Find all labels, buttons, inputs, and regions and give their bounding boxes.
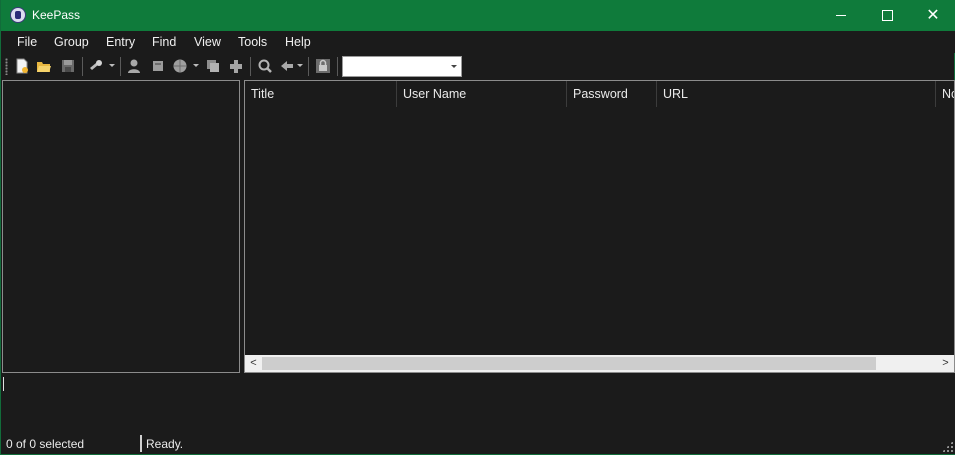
column-header-url[interactable]: URL: [657, 81, 936, 107]
toolbar-separator: [250, 57, 251, 76]
horizontal-scrollbar[interactable]: < >: [245, 355, 954, 372]
entry-list[interactable]: Title User Name Password URL Notes < >: [244, 80, 955, 373]
maximize-icon: [881, 10, 893, 21]
close-icon: ✕: [926, 6, 940, 24]
quick-search-combo[interactable]: [342, 56, 462, 77]
selection-count: 0 of 0 selected: [6, 437, 85, 451]
toolbar-separator: [337, 57, 338, 76]
open-url-icon[interactable]: [172, 58, 188, 74]
save-database-icon[interactable]: [60, 58, 76, 74]
toolbar: [2, 53, 955, 80]
chevron-down-icon[interactable]: [451, 65, 457, 68]
minimize-button[interactable]: [818, 0, 864, 31]
maximize-button[interactable]: [864, 0, 910, 31]
chevron-down-icon[interactable]: [193, 64, 199, 67]
scroll-left-icon[interactable]: <: [245, 357, 262, 370]
copy-password-icon[interactable]: [150, 58, 166, 74]
keepass-app-icon: [10, 7, 26, 23]
status-message: Ready.: [146, 437, 184, 451]
show-entries-icon[interactable]: [279, 58, 295, 74]
scroll-right-icon[interactable]: >: [937, 357, 954, 370]
window-title: KeePass: [32, 8, 81, 22]
chevron-down-icon[interactable]: [297, 64, 303, 67]
toolbar-separator: [120, 57, 121, 76]
toolbar-grip[interactable]: [5, 58, 8, 75]
copy-username-icon[interactable]: [126, 58, 142, 74]
add-entry-icon[interactable]: [88, 58, 104, 74]
resize-grip-icon[interactable]: [942, 441, 953, 452]
chevron-down-icon[interactable]: [109, 64, 115, 67]
status-bar: 0 of 0 selected Ready.: [2, 433, 955, 454]
find-icon[interactable]: [257, 58, 273, 74]
menu-find[interactable]: Find: [152, 35, 176, 49]
new-database-icon[interactable]: [14, 58, 30, 74]
copy-entries-icon[interactable]: [205, 58, 221, 74]
close-button[interactable]: ✕: [910, 0, 955, 31]
menu-bar: File Group Entry Find View Tools Help: [2, 31, 955, 53]
perform-autotype-icon[interactable]: [228, 58, 244, 74]
column-header-notes[interactable]: Notes: [936, 81, 954, 107]
menu-help[interactable]: Help: [285, 35, 311, 49]
lock-workspace-icon[interactable]: [315, 58, 331, 74]
group-tree[interactable]: [2, 80, 240, 373]
text-caret: [3, 377, 4, 391]
open-database-icon[interactable]: [36, 58, 52, 74]
title-bar: KeePass ✕: [1, 0, 955, 31]
status-divider: [140, 435, 142, 452]
minimize-icon: [836, 15, 846, 16]
column-header-title[interactable]: Title: [245, 81, 397, 107]
keepass-window: KeePass ✕ File Group Entry Find View Too…: [0, 0, 955, 455]
column-header-password[interactable]: Password: [567, 81, 657, 107]
menu-tools[interactable]: Tools: [238, 35, 267, 49]
scrollbar-thumb[interactable]: [262, 357, 876, 370]
menu-entry[interactable]: Entry: [106, 35, 135, 49]
entry-details-pane[interactable]: [2, 373, 955, 433]
toolbar-separator: [82, 57, 83, 76]
menu-file[interactable]: File: [17, 35, 37, 49]
toolbar-separator: [308, 57, 309, 76]
menu-view[interactable]: View: [194, 35, 221, 49]
column-header-user-name[interactable]: User Name: [397, 81, 567, 107]
menu-group[interactable]: Group: [54, 35, 89, 49]
